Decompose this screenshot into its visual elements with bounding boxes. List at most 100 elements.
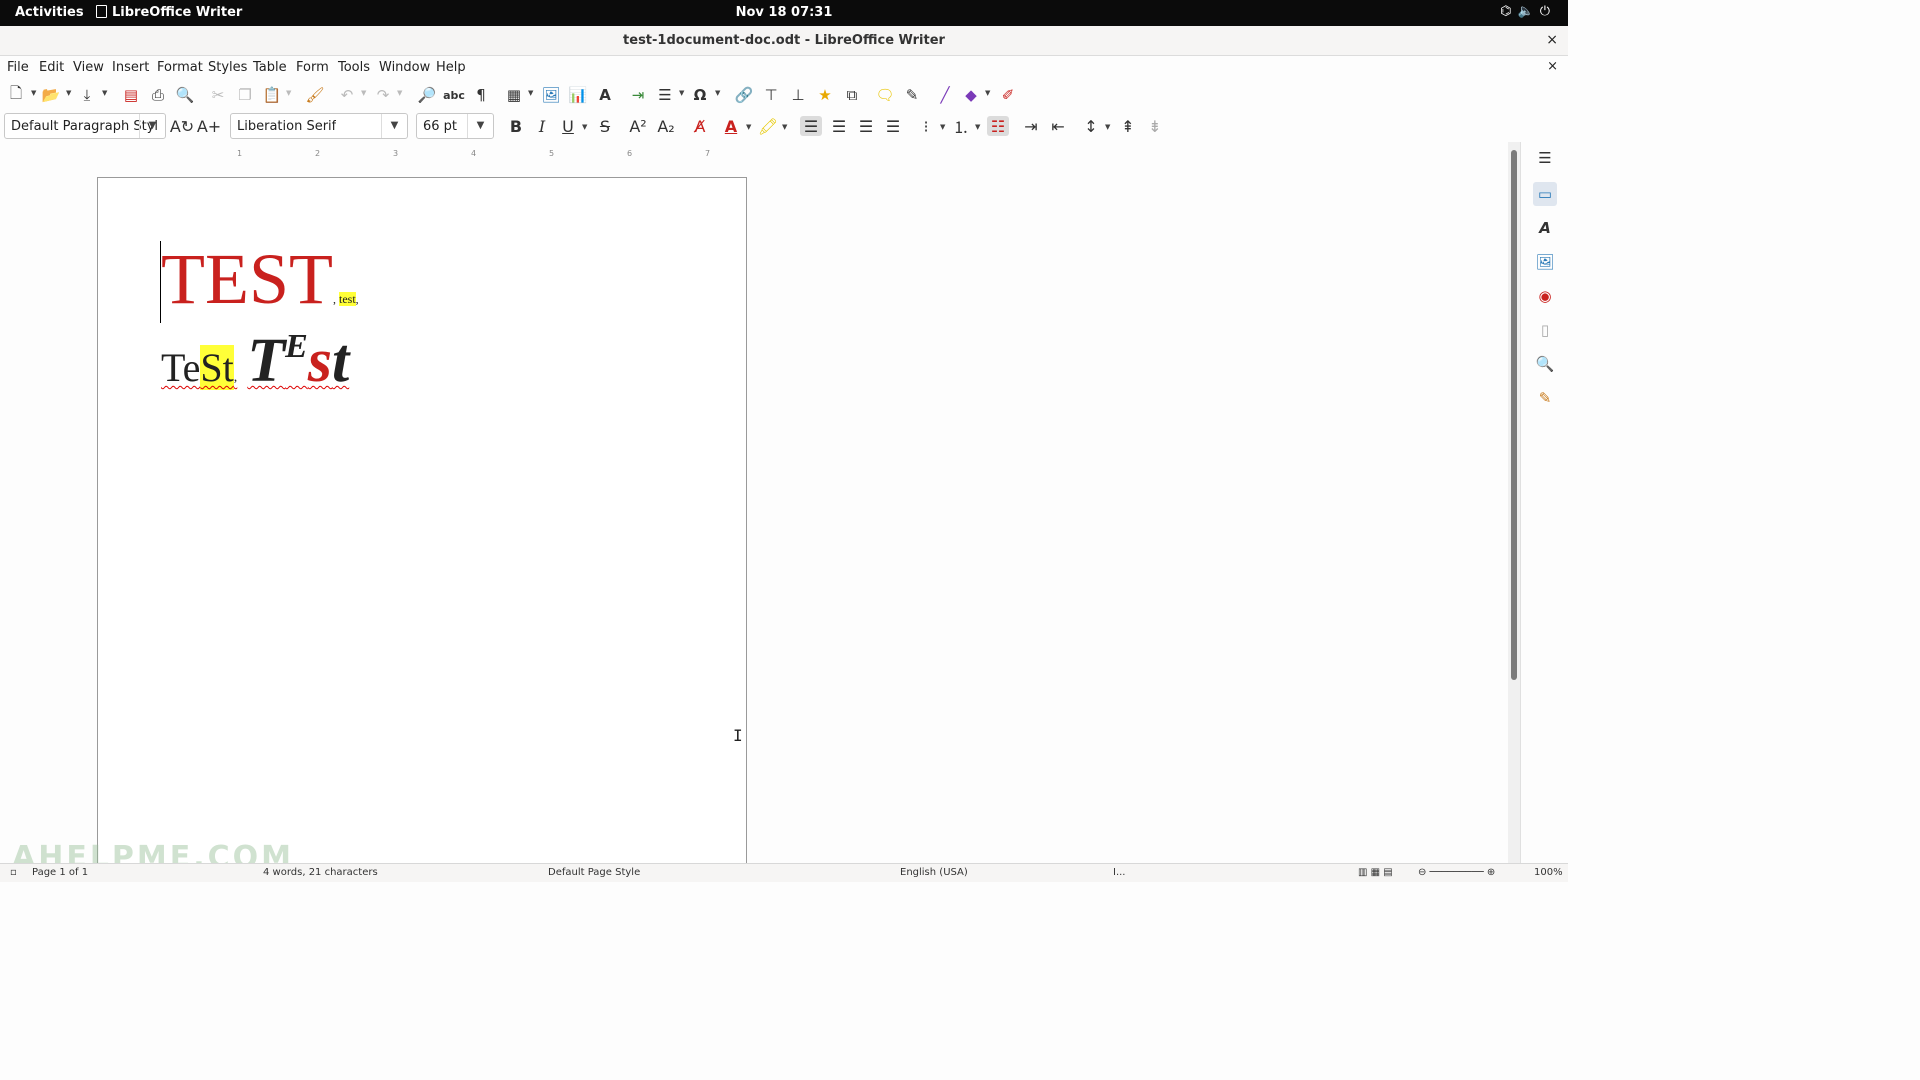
insert-line-icon[interactable]: ╱ bbox=[934, 85, 956, 105]
new-document-icon[interactable]: 🗋 bbox=[5, 84, 27, 105]
sidebar-menu-icon[interactable]: ☰ bbox=[1533, 146, 1557, 170]
highlight-dropdown-arrow[interactable]: ▼ bbox=[782, 123, 787, 131]
increase-indent-icon[interactable]: ⇥ bbox=[1020, 116, 1042, 136]
insert-bookmark-icon[interactable]: ★ bbox=[814, 85, 836, 105]
insert-cross-reference-icon[interactable]: ⧉ bbox=[841, 85, 863, 105]
clear-formatting-icon[interactable]: A̸ bbox=[689, 116, 711, 136]
paragraph-style-dropdown-arrow[interactable]: ▼ bbox=[139, 114, 165, 138]
font-color-dropdown-arrow[interactable]: ▼ bbox=[746, 123, 751, 131]
paste-dropdown-arrow[interactable]: ▼ bbox=[286, 89, 291, 97]
find-replace-icon[interactable]: 🔎 bbox=[416, 85, 438, 105]
increase-paragraph-spacing-icon[interactable]: ⇞ bbox=[1117, 116, 1139, 136]
insert-textbox-icon[interactable]: A bbox=[594, 85, 616, 105]
insert-page-break-icon[interactable]: ⇥ bbox=[627, 85, 649, 105]
line-spacing-icon[interactable]: ↕ bbox=[1080, 116, 1102, 136]
gallery-icon[interactable]: 🖼 bbox=[1533, 250, 1557, 274]
font-size-combo[interactable]: 66 pt ▼ bbox=[416, 113, 494, 139]
new-style-icon[interactable]: A+ bbox=[197, 116, 221, 136]
document-page[interactable]: TEST, test, TeSt, TEst bbox=[97, 177, 747, 863]
superscript-icon[interactable]: A² bbox=[627, 116, 649, 136]
field-dropdown-arrow[interactable]: ▼ bbox=[679, 89, 684, 97]
page-number-status[interactable]: Page 1 of 1 bbox=[32, 867, 88, 878]
page-view-icon[interactable]: ▫ bbox=[10, 867, 17, 878]
strikethrough-icon[interactable]: S bbox=[594, 116, 616, 136]
word-count-status[interactable]: 4 words, 21 characters bbox=[263, 867, 378, 878]
save-icon[interactable]: ⤓ bbox=[76, 85, 98, 105]
system-tray[interactable]: ⌬🔈⏻ bbox=[1500, 4, 1556, 19]
menu-tools[interactable]: Tools bbox=[338, 60, 370, 75]
insert-image-icon[interactable]: 🖼 bbox=[540, 85, 562, 105]
zoom-level-status[interactable]: 100% bbox=[1534, 867, 1563, 878]
line-spacing-dropdown-arrow[interactable]: ▼ bbox=[1105, 123, 1110, 131]
unordered-list-icon[interactable]: ⁝ bbox=[915, 116, 937, 136]
styles-icon[interactable]: A bbox=[1533, 216, 1557, 240]
unordered-list-dropdown-arrow[interactable]: ▼ bbox=[940, 123, 945, 131]
menu-table[interactable]: Table bbox=[253, 60, 287, 75]
highlight-color-icon[interactable]: 🖍 bbox=[757, 116, 779, 136]
vertical-scrollbar[interactable] bbox=[1508, 142, 1520, 863]
font-name-dropdown-arrow[interactable]: ▼ bbox=[381, 114, 407, 138]
subscript-icon[interactable]: A₂ bbox=[655, 116, 677, 136]
bold-icon[interactable]: B bbox=[505, 116, 527, 136]
basic-shapes-icon[interactable]: ◆ bbox=[960, 85, 982, 105]
align-right-icon[interactable]: ☰ bbox=[855, 116, 877, 136]
insert-mode-status[interactable]: I... bbox=[1113, 867, 1126, 878]
special-character-icon[interactable]: Ω bbox=[689, 85, 711, 105]
language-status[interactable]: English (USA) bbox=[900, 867, 968, 878]
draw-functions-icon[interactable]: ✐ bbox=[997, 85, 1019, 105]
redo-icon[interactable]: ↷ bbox=[372, 85, 394, 105]
properties-icon[interactable]: ▭ bbox=[1533, 182, 1557, 206]
align-center-icon[interactable]: ☰ bbox=[828, 116, 850, 136]
undo-dropdown-arrow[interactable]: ▼ bbox=[361, 89, 366, 97]
style-inspector-icon[interactable]: 🔍 bbox=[1533, 352, 1557, 376]
navigator-icon[interactable]: ◉ bbox=[1533, 284, 1557, 308]
menu-form[interactable]: Form bbox=[296, 60, 329, 75]
table-dropdown-arrow[interactable]: ▼ bbox=[528, 89, 533, 97]
page-style-status[interactable]: Default Page Style bbox=[548, 867, 640, 878]
underline-dropdown-arrow[interactable]: ▼ bbox=[582, 123, 587, 131]
zoom-slider[interactable]: ⊖ ───────── ⊕ bbox=[1418, 867, 1495, 878]
window-close-button[interactable]: × bbox=[1546, 32, 1558, 48]
cut-icon[interactable]: ✂ bbox=[207, 85, 229, 105]
menu-help[interactable]: Help bbox=[436, 60, 466, 75]
decrease-paragraph-spacing-icon[interactable]: ⇟ bbox=[1144, 116, 1166, 136]
manage-changes-icon[interactable]: ✎ bbox=[1533, 386, 1557, 410]
insert-chart-icon[interactable]: 📊 bbox=[567, 85, 589, 105]
document-area[interactable]: TEST, test, TeSt, TEst I bbox=[0, 160, 1508, 863]
menu-window[interactable]: Window bbox=[379, 60, 430, 75]
save-dropdown-arrow[interactable]: ▼ bbox=[102, 89, 107, 97]
italic-icon[interactable]: I bbox=[531, 116, 553, 136]
clone-formatting-icon[interactable]: 🖌 bbox=[304, 85, 326, 105]
insert-hyperlink-icon[interactable]: 🔗 bbox=[733, 85, 755, 105]
justify-icon[interactable]: ☰ bbox=[882, 116, 904, 136]
open-dropdown-arrow[interactable]: ▼ bbox=[66, 89, 71, 97]
clock[interactable]: Nov 18 07:31 bbox=[0, 5, 1568, 20]
font-size-dropdown-arrow[interactable]: ▼ bbox=[467, 114, 493, 138]
document-line-1[interactable]: TEST, test, bbox=[161, 238, 359, 321]
export-pdf-icon[interactable]: ▤ bbox=[120, 85, 142, 105]
menu-edit[interactable]: Edit bbox=[39, 60, 64, 75]
menu-file[interactable]: File bbox=[7, 60, 29, 75]
print-icon[interactable]: ⎙ bbox=[147, 85, 169, 105]
ordered-list-dropdown-arrow[interactable]: ▼ bbox=[975, 123, 980, 131]
redo-dropdown-arrow[interactable]: ▼ bbox=[397, 89, 402, 97]
font-name-combo[interactable]: Liberation Serif ▼ bbox=[230, 113, 408, 139]
view-layout-icons[interactable]: ▥ ▦ ▤ bbox=[1358, 867, 1393, 878]
menu-styles[interactable]: Styles bbox=[208, 60, 247, 75]
formatting-marks-icon[interactable]: ¶ bbox=[470, 85, 492, 105]
outline-format-icon[interactable]: ☷ bbox=[987, 116, 1009, 136]
menu-insert[interactable]: Insert bbox=[112, 60, 149, 75]
decrease-indent-icon[interactable]: ⇤ bbox=[1047, 116, 1069, 136]
shapes-dropdown-arrow[interactable]: ▼ bbox=[985, 89, 990, 97]
insert-endnote-icon[interactable]: ⊥ bbox=[787, 85, 809, 105]
close-document-button[interactable]: × bbox=[1547, 59, 1558, 74]
insert-field-icon[interactable]: ☰ bbox=[654, 85, 676, 105]
open-icon[interactable]: 📂 bbox=[40, 85, 62, 105]
ordered-list-icon[interactable]: ⒈ bbox=[950, 116, 972, 137]
paste-icon[interactable]: 📋 bbox=[261, 85, 283, 105]
menu-format[interactable]: Format bbox=[157, 60, 203, 75]
copy-icon[interactable]: ❐ bbox=[234, 85, 256, 105]
font-color-icon[interactable]: A bbox=[720, 116, 742, 136]
update-style-icon[interactable]: A↻ bbox=[170, 116, 194, 136]
document-line-2[interactable]: TeSt, TEst bbox=[161, 326, 349, 397]
